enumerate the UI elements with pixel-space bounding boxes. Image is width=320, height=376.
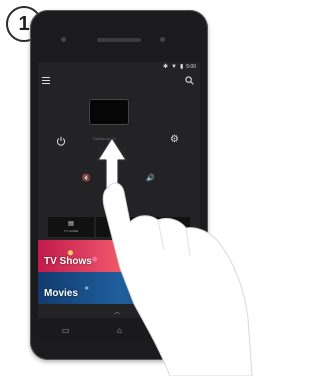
phone-screen: ✱ ▼ ▮ 5:00 Samsung TV ⚙ ← ↑ 🔇 🔊 ▤ TV GUI… <box>38 62 200 342</box>
category-label: Movies <box>44 288 78 299</box>
power-icon[interactable] <box>56 136 66 146</box>
system-nav-bar: ▭ ⌂ ↩ <box>38 318 200 342</box>
status-bar: ✱ ▼ ▮ 5:00 <box>38 62 200 72</box>
front-camera <box>61 37 66 42</box>
search-icon[interactable] <box>185 76 194 85</box>
category-tv-shows[interactable]: TV Shows <box>38 240 200 272</box>
app-bar <box>38 72 200 90</box>
quick-tile-label: TV GUIDE <box>63 229 79 233</box>
recent-apps-icon[interactable]: ▭ <box>62 326 70 335</box>
mute-icon[interactable]: 🔇 <box>82 174 91 182</box>
quick-tile-label: REC <box>163 229 171 233</box>
category-label: TV Shows <box>44 256 92 267</box>
dpad-left-icon[interactable]: ← <box>100 148 108 157</box>
status-time: 5:00 <box>186 64 196 70</box>
volume-icon[interactable]: 🔊 <box>146 174 155 182</box>
quick-tile-middle[interactable] <box>96 217 142 237</box>
chevron-up-icon[interactable]: ︿ <box>114 307 120 316</box>
category-movies[interactable]: Movies <box>38 272 200 304</box>
quick-tile-record[interactable]: REC <box>144 217 190 237</box>
gear-icon[interactable]: ⚙ <box>170 135 179 145</box>
tv-device-image[interactable] <box>90 100 128 124</box>
bluetooth-icon: ✱ <box>162 64 168 70</box>
earpiece-speaker <box>97 38 141 42</box>
wifi-icon: ▼ <box>171 64 177 70</box>
back-icon[interactable]: ↩ <box>169 326 176 335</box>
proximity-sensor <box>160 37 165 42</box>
quick-tile-guide[interactable]: ▤ TV GUIDE <box>48 217 94 237</box>
phone-frame: ✱ ▼ ▮ 5:00 Samsung TV ⚙ ← ↑ 🔇 🔊 ▤ TV GUI… <box>30 10 208 360</box>
dpad-up-icon[interactable]: ↑ <box>110 148 114 157</box>
dpad-control[interactable]: ← ↑ <box>100 148 114 157</box>
device-name-label: Samsung TV <box>93 136 117 141</box>
home-icon[interactable]: ⌂ <box>117 326 122 335</box>
battery-icon: ▮ <box>179 64 184 70</box>
record-icon <box>164 221 170 227</box>
hamburger-menu-icon[interactable] <box>42 77 50 84</box>
guide-icon: ▤ <box>68 221 74 227</box>
quick-action-tiles: ▤ TV GUIDE REC <box>48 217 190 237</box>
